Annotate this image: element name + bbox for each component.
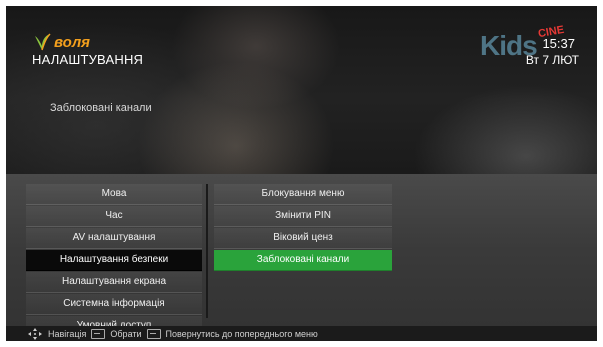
brand-name: воля [54,33,91,51]
help-back: Повернутись до попереднього меню [165,328,318,339]
submenu-item[interactable]: Заблоковані канали [214,250,392,271]
page-title: НАЛАШТУВАННЯ [32,52,144,67]
submenu-item[interactable]: Блокування меню [214,184,392,205]
section-label: Заблоковані канали [50,102,152,114]
back-key-icon [146,328,161,339]
help-select: Обрати [110,328,142,339]
category-list: Мова Час AV налаштування Налаштування безпе… [26,184,202,338]
submenu-list: Блокування меню Змінити PIN Віковий ценз За… [214,184,392,272]
help-navigation: Навігація [48,328,87,339]
category-item[interactable]: Налаштування екрана [26,272,202,293]
navigation-arrows-icon [28,327,42,340]
clock-time: 15:37 [542,36,575,51]
category-item[interactable]: Налаштування безпеки [26,250,202,271]
menu-divider [206,184,208,318]
settings-menu: Мова Час AV налаштування Налаштування безпе… [6,174,597,337]
video-backdrop: воля НАЛАШТУВАННЯ Заблоковані канали Kid… [6,6,597,174]
clock-date: Вт 7 ЛЮТ [525,53,579,67]
brand-logo: воля [32,32,90,52]
help-bar: Навігація Обрати Повернутись до попередн… [6,326,597,341]
category-item[interactable]: AV налаштування [26,228,202,249]
submenu-item[interactable]: Віковий ценз [214,228,392,249]
ok-key-icon [91,328,106,339]
category-item[interactable]: Час [26,206,202,227]
tv-screen: воля НАЛАШТУВАННЯ Заблоковані канали Kid… [6,6,597,341]
category-item[interactable]: Системна інформація [26,294,202,315]
category-item[interactable]: Мова [26,184,202,205]
submenu-item[interactable]: Змінити PIN [214,206,392,227]
leaf-icon [35,33,51,51]
